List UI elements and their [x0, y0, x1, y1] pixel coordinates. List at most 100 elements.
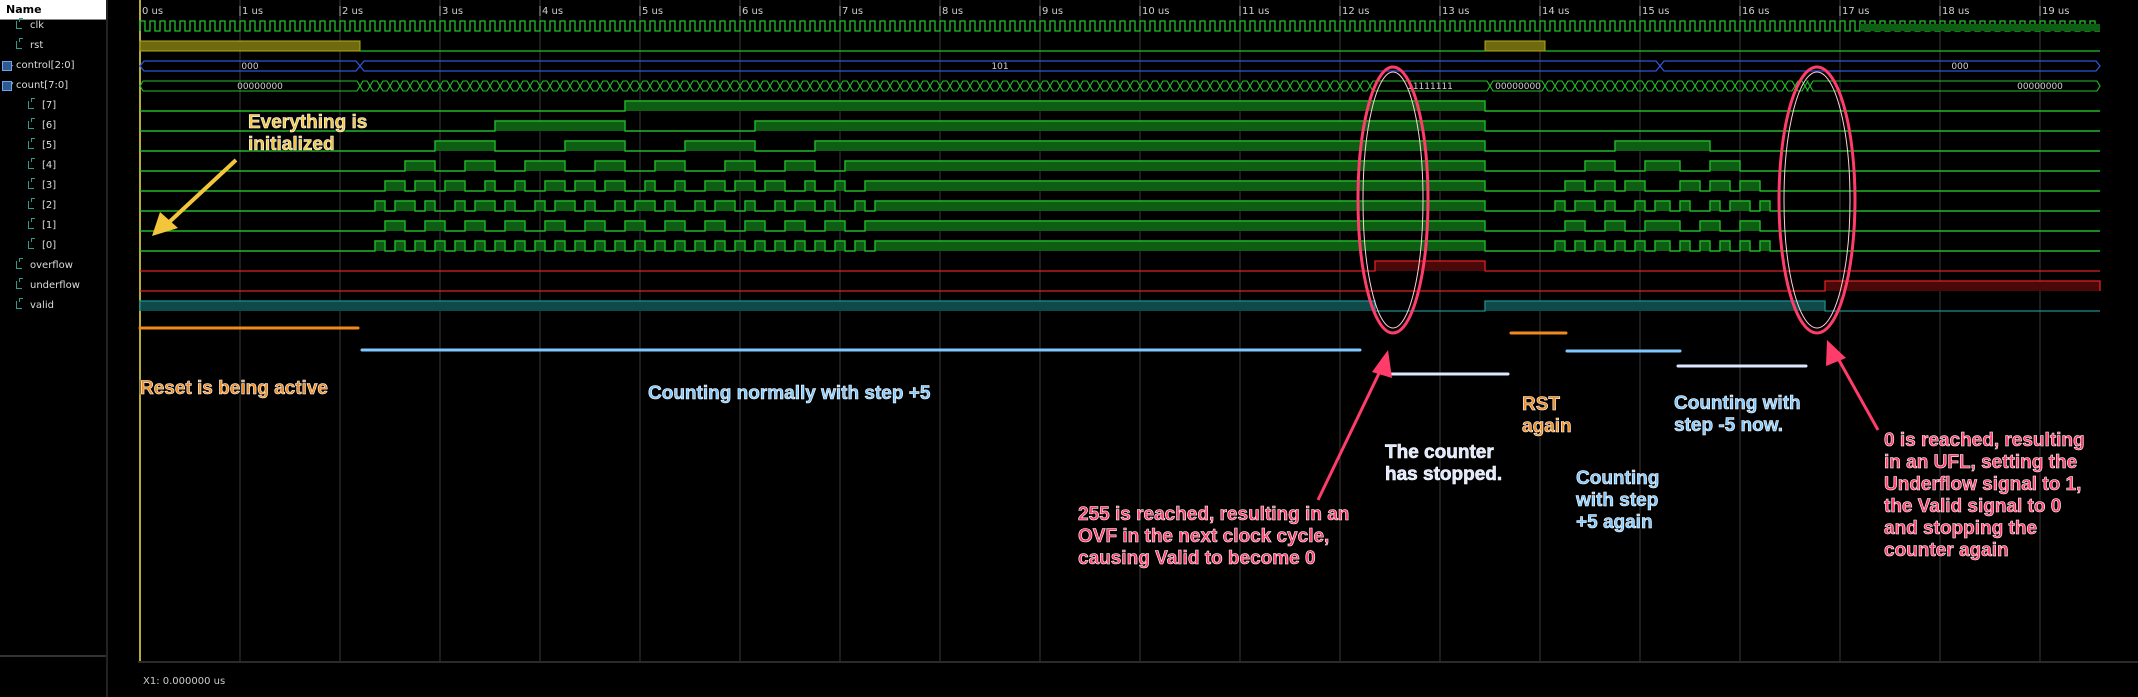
count-bit-high-fill	[1555, 241, 1565, 251]
count-bit-high-fill	[655, 161, 685, 171]
tick-label: 13 us	[1442, 6, 1469, 17]
count-bit-high-fill	[665, 201, 675, 211]
signal-row-underflow[interactable]: underflow	[0, 278, 106, 294]
count-bit-high-fill	[665, 221, 685, 231]
count-bit-high-fill	[475, 201, 495, 211]
count-bit-high-fill	[425, 201, 435, 211]
count-bit-high-fill	[1645, 221, 1680, 231]
rst-high-region	[1484, 40, 1546, 52]
count-bit-high-fill	[1710, 201, 1720, 211]
signal-row-3[interactable]: [3]	[0, 178, 106, 194]
signal-label: overflow	[30, 260, 73, 271]
count-bit-high-fill	[615, 201, 625, 211]
signal-label: count[7:0]	[16, 80, 69, 91]
signal-row-count70[interactable]: ▼count[7:0]	[0, 78, 106, 94]
count-bit-high-fill	[1615, 241, 1625, 251]
count-bit-high-fill	[835, 181, 845, 191]
signal-row-valid[interactable]: valid	[0, 298, 106, 314]
annotation-reset-active: Reset is being active	[140, 378, 329, 400]
tick-label: 19 us	[2042, 6, 2069, 17]
bit-signal-icon	[16, 278, 23, 289]
count-bit-high-fill	[745, 221, 765, 231]
count-bit-high-fill	[855, 241, 865, 251]
count-bit-high-fill	[1710, 161, 1740, 171]
count-bit-high-fill	[795, 201, 815, 211]
count-bit-high-fill	[1655, 201, 1670, 211]
count-bit-high-fill	[705, 221, 725, 231]
count-bit-high-fill	[1680, 181, 1700, 191]
count-bit-high-fill	[555, 241, 565, 251]
signal-label: clk	[30, 20, 45, 31]
count-bit-high-fill	[415, 241, 425, 251]
tick-label: 11 us	[1242, 6, 1269, 17]
annotation-initialized: Everything is initialized	[248, 112, 368, 156]
bit-signal-icon	[28, 98, 35, 109]
name-panel-scrollbar[interactable]	[0, 655, 106, 657]
count-bit-high-fill	[1605, 201, 1615, 211]
signal-row-4[interactable]: [4]	[0, 158, 106, 174]
tick-label: 10 us	[1142, 6, 1169, 17]
signal-row-control20[interactable]: ▶control[2:0]	[0, 58, 106, 74]
tick-label: 8 us	[942, 6, 963, 17]
count-bit-high-fill	[805, 181, 815, 191]
valid-high-fill	[140, 301, 1375, 311]
count-bit-high-fill	[455, 241, 465, 251]
bit-signal-icon	[28, 158, 35, 169]
count-bit-high-fill	[455, 201, 465, 211]
signal-row-7[interactable]: [7]	[0, 98, 106, 114]
count-bit-high-fill	[755, 241, 765, 251]
count-bit-high-fill	[685, 141, 755, 151]
count-bit-high-fill	[625, 221, 645, 231]
count-bit-high-fill	[1720, 241, 1730, 251]
signal-row-5[interactable]: [5]	[0, 138, 106, 154]
signal-row-1[interactable]: [1]	[0, 218, 106, 234]
tick-label: 1 us	[242, 6, 263, 17]
bit-signal-icon	[28, 118, 35, 129]
count-bit-high-fill	[675, 181, 685, 191]
signal-row-clk[interactable]: clk	[0, 18, 106, 34]
count-bit-high-fill	[595, 241, 605, 251]
count-bit-high-fill	[655, 241, 665, 251]
count-bit-high-fill	[405, 161, 435, 171]
count-bit-high-fill	[1595, 181, 1615, 191]
name-column-header[interactable]: Name	[0, 0, 106, 20]
signal-row-2[interactable]: [2]	[0, 198, 106, 214]
count-bit-high-fill	[675, 241, 685, 251]
count-bit-high-fill	[865, 221, 1485, 231]
count-bit-high-fill	[425, 221, 445, 231]
rst-high-region	[139, 40, 361, 52]
count-bit-high-fill	[645, 181, 655, 191]
count-bit-high-fill	[1635, 241, 1645, 251]
signal-row-overflow[interactable]: overflow	[0, 258, 106, 274]
count-bus-value: 00000000	[1495, 82, 1541, 92]
count-bit-high-fill	[1565, 181, 1585, 191]
annotation-counting-up-again: Counting with step +5 again	[1576, 468, 1660, 534]
count-bit-high-fill	[585, 201, 595, 211]
control-bus-value: 101	[991, 62, 1008, 72]
control-bus-value: 000	[1951, 62, 1968, 72]
overflow-high-fill	[1375, 261, 1485, 271]
count-bit-high-fill	[435, 141, 495, 151]
count-bus-value: 00000000	[237, 82, 283, 92]
signal-row-rst[interactable]: rst	[0, 38, 106, 54]
count-bit-high-fill	[1680, 241, 1690, 251]
count-bit-high-fill	[725, 161, 755, 171]
count-bit-high-fill	[745, 201, 755, 211]
count-bit-high-fill	[1555, 201, 1565, 211]
count-bit-high-fill	[485, 181, 495, 191]
count-bit-high-fill	[1760, 201, 1770, 211]
signal-row-0[interactable]: [0]	[0, 238, 106, 254]
clk-dense-fill	[1860, 24, 2100, 31]
bit-signal-icon	[28, 178, 35, 189]
waveform-canvas[interactable]: 0 us 1 us 2 us 3 us 4 us 5 us 6 us 7 us 8 us 9 us…	[138, 0, 2138, 697]
count-bit-high-fill	[625, 101, 1485, 111]
count-bit-high-fill	[1575, 241, 1585, 251]
count-bit-high-fill	[395, 241, 405, 251]
count-bit-high-fill	[875, 241, 1485, 251]
count-bit-high-fill	[825, 221, 845, 231]
count-bit-high-fill	[1605, 221, 1625, 231]
signal-label: [3]	[42, 180, 57, 191]
signal-row-6[interactable]: [6]	[0, 118, 106, 134]
count-bit-high-fill	[505, 221, 525, 231]
count-bit-high-fill	[855, 201, 865, 211]
